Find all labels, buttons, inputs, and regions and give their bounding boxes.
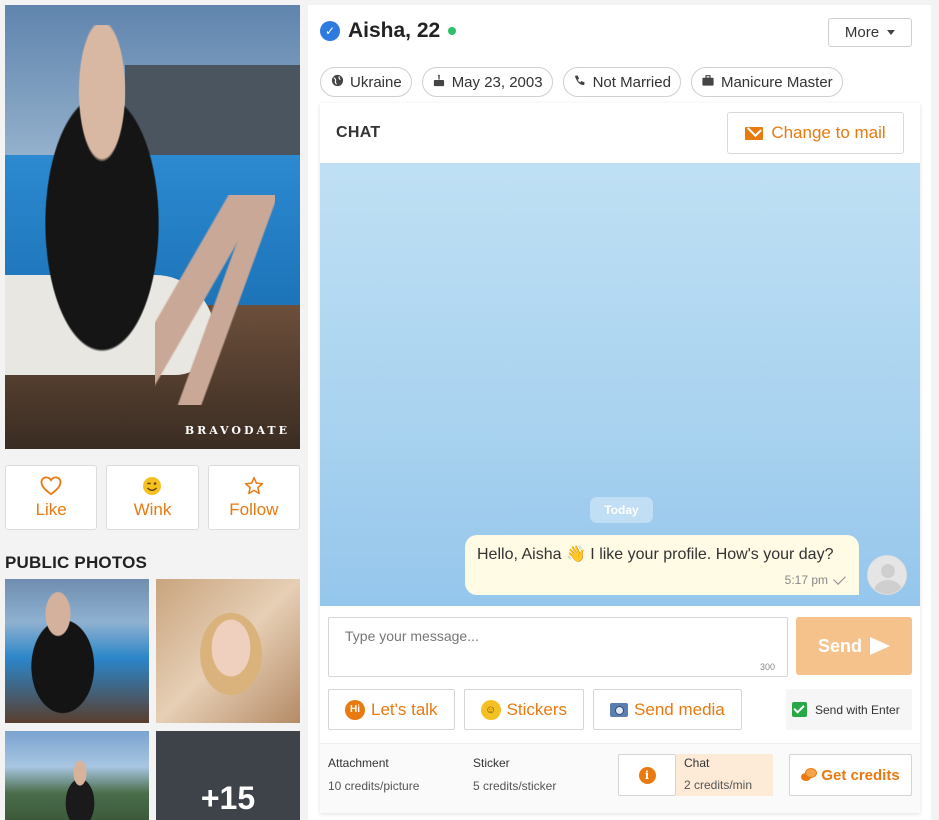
public-photos-title: PUBLIC PHOTOS bbox=[5, 553, 148, 572]
message-text: Hello, Aisha 👋 I like your profile. How'… bbox=[477, 546, 834, 563]
chip-country-label: Ukraine bbox=[350, 73, 402, 91]
sticker-cost-label: Sticker bbox=[473, 756, 510, 770]
profile-actions: Like Wink Follow bbox=[5, 465, 300, 530]
lets-talk-label: Let's talk bbox=[371, 699, 438, 719]
check-icon bbox=[833, 572, 846, 585]
chip-occupation: Manicure Master bbox=[690, 67, 843, 97]
stickers-button[interactable]: ☺ Stickers bbox=[463, 689, 585, 730]
char-counter: 300 bbox=[759, 662, 775, 672]
chat-title: CHAT bbox=[336, 124, 381, 141]
more-photos-count: +15 bbox=[200, 780, 256, 816]
chat-tools: Hi Let's talk ☺ Stickers Send media bbox=[328, 689, 742, 730]
send-with-enter-label: Send with Enter bbox=[815, 702, 900, 717]
change-to-mail-button[interactable]: Change to mail bbox=[727, 112, 904, 154]
heart-icon bbox=[40, 475, 62, 500]
verified-icon: ✓ bbox=[320, 21, 340, 41]
get-credits-label: Get credits bbox=[821, 766, 900, 784]
camera-icon bbox=[610, 702, 629, 717]
get-credits-button[interactable]: Get credits bbox=[789, 754, 912, 796]
message-bubble: Hello, Aisha 👋 I like your profile. How'… bbox=[465, 535, 859, 595]
sticker-icon: ☺ bbox=[480, 699, 501, 720]
chat-cost-label: Chat bbox=[684, 756, 710, 770]
cake-icon bbox=[432, 74, 446, 90]
change-to-mail-label: Change to mail bbox=[771, 123, 886, 142]
hi-icon: Hi bbox=[345, 699, 365, 720]
chip-country: Ukraine bbox=[320, 67, 412, 97]
day-separator: Today bbox=[590, 497, 653, 523]
like-label: Like bbox=[35, 499, 67, 519]
wink-icon bbox=[142, 476, 162, 500]
phone-icon bbox=[573, 74, 587, 90]
attachment-cost: Attachment 10 credits/picture bbox=[328, 756, 419, 793]
profile-header: ✓ Aisha, 22 bbox=[320, 19, 457, 43]
like-button[interactable]: Like bbox=[5, 465, 98, 530]
stickers-label: Stickers bbox=[506, 699, 568, 719]
photo-legs bbox=[155, 195, 275, 405]
chat-header: CHAT Change to mail bbox=[320, 103, 920, 163]
mail-icon bbox=[745, 126, 764, 140]
message-meta: 5:17 pm bbox=[784, 572, 846, 587]
public-photo-thumb[interactable] bbox=[156, 579, 300, 723]
message-input-box: 300 bbox=[328, 617, 788, 677]
chat-cost-value: 2 credits/min bbox=[684, 778, 753, 792]
public-photo-thumb[interactable] bbox=[5, 731, 149, 820]
chip-marital-status: Not Married bbox=[562, 67, 681, 97]
chat-window: CHAT Change to mail Today Hello, Aisha 👋… bbox=[320, 103, 920, 813]
sticker-cost-value: 5 credits/sticker bbox=[473, 779, 557, 793]
more-photos-thumb[interactable]: +15 bbox=[156, 731, 300, 820]
chip-birthday-label: May 23, 2003 bbox=[451, 73, 543, 91]
info-icon: i bbox=[638, 766, 656, 784]
globe-icon bbox=[330, 74, 344, 90]
chip-occupation-label: Manicure Master bbox=[720, 73, 833, 91]
public-photo-thumb[interactable] bbox=[5, 579, 149, 723]
wink-button[interactable]: Wink bbox=[106, 465, 199, 530]
follow-button[interactable]: Follow bbox=[207, 465, 300, 530]
pricing-info-button[interactable]: i bbox=[618, 754, 676, 796]
online-indicator bbox=[448, 27, 457, 35]
sticker-cost: Sticker 5 credits/sticker bbox=[473, 756, 556, 793]
watermark: BRAVODATE bbox=[184, 424, 290, 437]
attachment-cost-value: 10 credits/picture bbox=[328, 779, 420, 793]
lets-talk-button[interactable]: Hi Let's talk bbox=[328, 689, 455, 730]
message-time: 5:17 pm bbox=[784, 573, 828, 587]
send-icon bbox=[870, 637, 890, 655]
more-label: More bbox=[844, 24, 880, 41]
message-area[interactable]: Today Hello, Aisha 👋 I like your profile… bbox=[320, 163, 920, 606]
attachment-cost-label: Attachment bbox=[328, 756, 389, 770]
message-input[interactable] bbox=[345, 628, 771, 666]
user-avatar bbox=[867, 555, 907, 595]
chip-marital-label: Not Married bbox=[592, 73, 671, 91]
profile-page: BRAVODATE Like Wink Follow PUBLIC PHOTOS… bbox=[0, 0, 939, 820]
profile-name: Aisha, 22 bbox=[348, 19, 441, 42]
send-button[interactable]: Send bbox=[796, 617, 912, 675]
send-with-enter-checkbox[interactable] bbox=[792, 702, 807, 717]
coins-icon bbox=[801, 768, 818, 782]
star-icon bbox=[244, 476, 264, 500]
send-label: Send bbox=[817, 635, 862, 656]
chip-birthday: May 23, 2003 bbox=[421, 67, 553, 97]
profile-info-chips: Ukraine May 23, 2003 Not Married Manicur… bbox=[320, 67, 843, 97]
briefcase-icon bbox=[701, 74, 715, 90]
send-media-button[interactable]: Send media bbox=[593, 689, 742, 730]
chevron-down-icon bbox=[887, 30, 896, 35]
wink-label: Wink bbox=[133, 499, 172, 519]
send-with-enter-option[interactable]: Send with Enter bbox=[786, 689, 912, 730]
follow-label: Follow bbox=[229, 499, 279, 519]
main-profile-photo[interactable]: BRAVODATE bbox=[5, 5, 300, 449]
profile-panel: ✓ Aisha, 22 More Ukraine May 23, 2003 No… bbox=[308, 5, 931, 820]
send-media-label: Send media bbox=[634, 699, 725, 719]
chat-cost: Chat 2 credits/min bbox=[676, 754, 773, 796]
more-dropdown[interactable]: More bbox=[828, 18, 912, 47]
